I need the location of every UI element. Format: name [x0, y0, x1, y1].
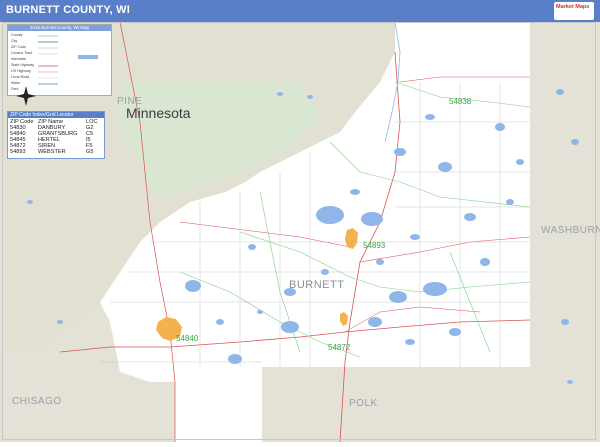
- polk-region: [262, 367, 532, 442]
- legend-row: ZIP Code: [11, 45, 27, 49]
- label-polk: POLK: [349, 398, 378, 409]
- zip-row-loc: G5: [86, 149, 94, 155]
- header-bar: BURNETT COUNTY, WI Market Maps: [0, 0, 600, 22]
- zip-label-54893: 54893: [363, 241, 386, 250]
- legend-row: Interstate: [11, 57, 26, 61]
- zip-label-54838: 54838: [449, 97, 472, 106]
- page-title: BURNETT COUNTY, WI: [6, 4, 130, 16]
- legend-row: US Highway: [11, 69, 31, 73]
- zip-index-title: ZIP Code Index/Grid Locator: [8, 112, 104, 118]
- legend-row: Water: [11, 81, 21, 85]
- legend-row: Local Road: [11, 75, 30, 79]
- state-label: Minnesota: [126, 105, 191, 121]
- zip-index-table: ZIP Code Index/Grid Locator ZIP Code ZIP…: [7, 111, 105, 159]
- county-south-strip: [175, 382, 262, 442]
- legend-row: Census Tract: [11, 51, 33, 55]
- compass-icon: [16, 86, 36, 106]
- zip-row-name: WEBSTER: [38, 149, 66, 155]
- legend-row: County: [11, 33, 23, 37]
- zip-row-code: 54893: [10, 149, 26, 155]
- legend-symbols: [38, 35, 98, 85]
- label-chisago: CHISAGO: [12, 396, 62, 407]
- legend-row: City: [11, 39, 18, 43]
- legend-row: State Highway: [11, 63, 35, 67]
- legend-title: 2016 Burnett County, WI Map: [8, 25, 111, 31]
- label-washburn: WASHBURN: [541, 225, 600, 236]
- logo-text: Market Maps: [556, 4, 590, 10]
- county-label: BURNETT: [289, 279, 345, 291]
- brand-logo[interactable]: Market Maps: [554, 2, 594, 20]
- zip-label-54840: 54840: [176, 334, 199, 343]
- zip-label-54872: 54872: [328, 343, 351, 352]
